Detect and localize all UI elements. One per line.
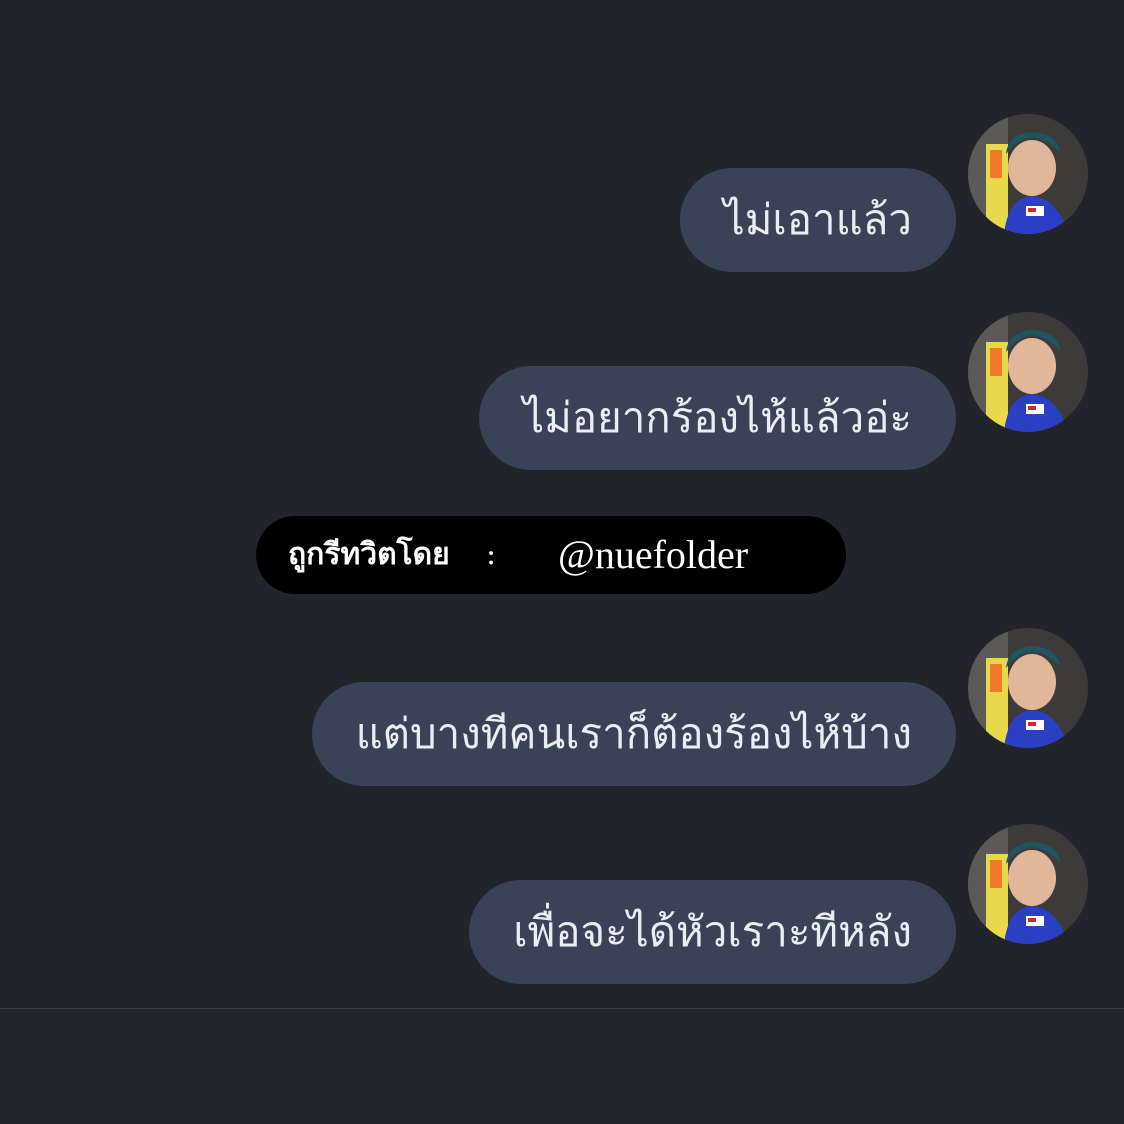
avatar[interactable] xyxy=(968,312,1088,432)
retweet-label: ถูกรีทวิตโดย xyxy=(288,537,450,572)
avatar-image xyxy=(968,114,1088,234)
chat-thread: ไม่เอาแล้ว ไม่อยากร้องไห้แล้วอ่ะ ถูกรีทว… xyxy=(0,0,1124,1008)
retweet-handle[interactable]: @nuefolder xyxy=(558,516,748,594)
avatar[interactable] xyxy=(968,114,1088,234)
retweet-separator: : xyxy=(486,537,497,572)
bottom-bar xyxy=(0,1009,1124,1124)
retweet-banner: ถูกรีทวิตโดย : @nuefolder xyxy=(256,516,846,594)
avatar-image xyxy=(968,824,1088,944)
message-bubble[interactable]: ไม่อยากร้องไห้แล้วอ่ะ xyxy=(479,366,956,470)
message-bubble[interactable]: ไม่เอาแล้ว xyxy=(679,168,956,272)
avatar-image xyxy=(968,312,1088,432)
message-bubble[interactable]: แต่บางทีคนเราก็ต้องร้องไห้บ้าง xyxy=(311,682,956,786)
avatar[interactable] xyxy=(968,628,1088,748)
avatar[interactable] xyxy=(968,824,1088,944)
message-bubble[interactable]: เพื่อจะได้หัวเราะทีหลัง xyxy=(469,880,956,984)
avatar-image xyxy=(968,628,1088,748)
